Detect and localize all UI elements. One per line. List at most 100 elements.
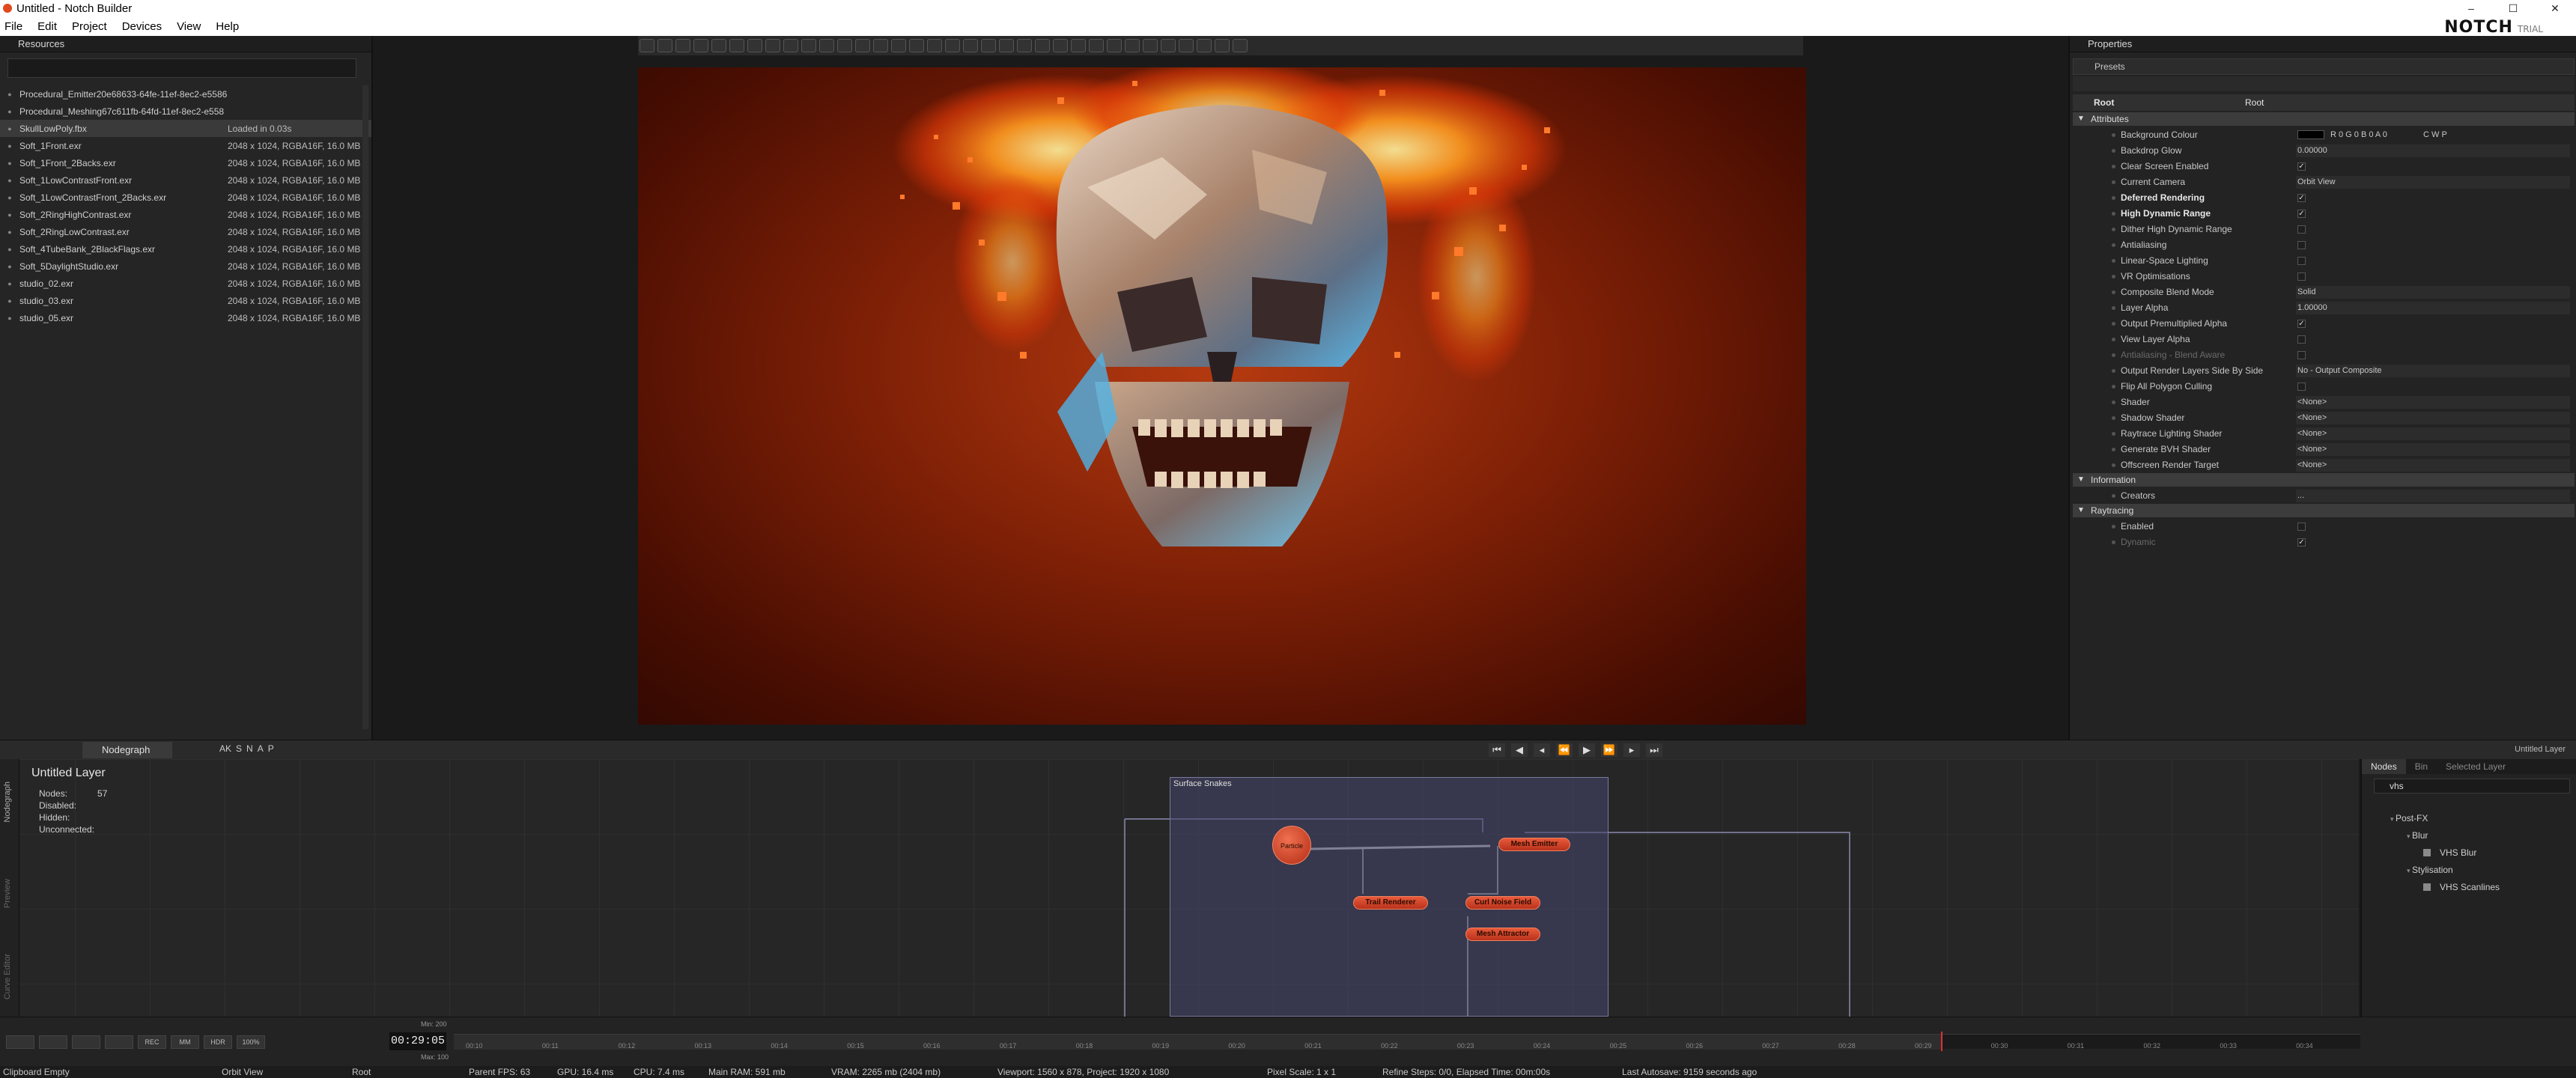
viewport-tool-icon[interactable] (1125, 39, 1140, 52)
property-row[interactable]: Antialiasing (2073, 237, 2575, 253)
viewport-tool-icon[interactable] (1071, 39, 1086, 52)
maximize-button[interactable]: ☐ (2492, 0, 2534, 16)
tool-p[interactable]: P (268, 743, 274, 754)
resource-row[interactable]: ● Soft_1Front.exr 2048 x 1024, RGBA16F, 16… (0, 137, 371, 154)
step-back-icon[interactable]: ◂ (1534, 743, 1550, 757)
property-row[interactable]: Background Colour R 0 G 0 B 0 A 0 C W P (2073, 127, 2575, 143)
resources-search-input[interactable] (7, 58, 356, 78)
resource-row[interactable]: ● Soft_4TubeBank_2BlackFlags.exr 2048 x 10… (0, 240, 371, 258)
menu-devices[interactable]: Devices (115, 20, 169, 33)
property-row[interactable]: Offscreen Render Target <None> (2073, 457, 2575, 473)
property-row[interactable]: Clear Screen Enabled ✓ (2073, 159, 2575, 174)
resource-row[interactable]: ● studio_02.exr 2048 x 1024, RGBA16F, 16.0… (0, 275, 371, 292)
rewind-icon[interactable]: ⏪ (1556, 743, 1573, 757)
viewport-tool-icon[interactable] (1107, 39, 1122, 52)
property-row[interactable]: Raytrace Lighting Shader <None> (2073, 426, 2575, 442)
viewport-tool-icon[interactable] (765, 39, 780, 52)
property-row[interactable]: Output Render Layers Side By Side No - Ou… (2073, 363, 2575, 379)
property-row[interactable]: Dither High Dynamic Range (2073, 222, 2575, 237)
property-field[interactable] (2296, 490, 2570, 502)
nodes-search-input[interactable]: vhs (2374, 779, 2570, 794)
viewport-tool-icon[interactable] (693, 39, 708, 52)
property-checkbox[interactable] (2297, 351, 2306, 359)
tool-a[interactable]: A (258, 743, 264, 754)
property-checkbox[interactable] (2297, 272, 2306, 281)
timeline-button[interactable]: HDR (204, 1035, 232, 1049)
viewport-tool-icon[interactable] (1161, 39, 1176, 52)
tab-selected-layer[interactable]: Selected Layer (2437, 759, 2515, 774)
viewport-tool-icon[interactable] (999, 39, 1014, 52)
property-checkbox[interactable] (2297, 225, 2306, 234)
property-row[interactable]: Output Premultiplied Alpha ✓ (2073, 316, 2575, 332)
property-row[interactable]: Creators... (2073, 488, 2575, 504)
property-checkbox[interactable] (2297, 523, 2306, 531)
property-checkbox[interactable]: ✓ (2297, 210, 2306, 218)
viewport-tool-icon[interactable] (1053, 39, 1068, 52)
tree-item[interactable]: VHS Blur (2423, 847, 2476, 858)
tree-item[interactable]: ▾ Post-FX (2390, 813, 2428, 823)
viewport-tool-icon[interactable] (837, 39, 852, 52)
property-field[interactable] (2296, 396, 2570, 409)
viewport-tool-icon[interactable] (1197, 39, 1212, 52)
section-attributes[interactable]: Attributes (2073, 112, 2575, 126)
section-raytracing[interactable]: Raytracing (2073, 504, 2575, 517)
property-field[interactable] (2296, 427, 2570, 440)
viewport-tool-icon[interactable] (1215, 39, 1230, 52)
timeline-button[interactable] (39, 1035, 67, 1049)
property-row[interactable]: Deferred Rendering ✓ (2073, 190, 2575, 206)
viewport-tool-icon[interactable] (819, 39, 834, 52)
property-row[interactable]: Linear-Space Lighting (2073, 253, 2575, 269)
viewport-tool-icon[interactable] (747, 39, 762, 52)
menu-help[interactable]: Help (208, 20, 246, 33)
tab-nodegraph[interactable]: Nodegraph (82, 742, 172, 758)
property-checkbox[interactable] (2297, 383, 2306, 391)
tab-nodes[interactable]: Nodes (2362, 759, 2406, 774)
viewport-tool-icon[interactable] (909, 39, 924, 52)
tree-item[interactable]: ▾ Blur (2407, 830, 2428, 841)
property-row[interactable]: Layer Alpha 1.00000 (2073, 300, 2575, 316)
viewport-tool-icon[interactable] (783, 39, 798, 52)
property-row[interactable]: Antialiasing - Blend Aware (2073, 347, 2575, 363)
property-checkbox[interactable]: ✓ (2297, 194, 2306, 202)
colour-swatch[interactable] (2297, 130, 2324, 139)
resources-scrollbar[interactable] (362, 85, 368, 729)
skip-end-icon[interactable]: ⏭ (1646, 743, 1662, 757)
property-field[interactable] (2296, 176, 2570, 189)
tree-item[interactable]: ▾ Stylisation (2407, 865, 2453, 875)
tree-item[interactable]: VHS Scanlines (2423, 882, 2500, 892)
viewport-tool-icon[interactable] (1143, 39, 1158, 52)
resource-row[interactable]: ● studio_05.exr 2048 x 1024, RGBA16F, 16.0… (0, 309, 371, 326)
property-row[interactable]: Shadow Shader <None> (2073, 410, 2575, 426)
property-row[interactable]: VR Optimisations (2073, 269, 2575, 284)
tool-ak[interactable]: AK (219, 743, 231, 754)
timeline-button[interactable]: MM (171, 1035, 199, 1049)
viewport-tool-icon[interactable] (675, 39, 690, 52)
property-checkbox[interactable] (2297, 257, 2306, 265)
resource-row[interactable]: ● Procedural_Emitter20e68633-64fe-11ef-8e… (0, 85, 371, 103)
resource-row[interactable]: ● Soft_1LowContrastFront.exr 2048 x 1024, … (0, 171, 371, 189)
property-row[interactable]: Generate BVH Shader <None> (2073, 442, 2575, 457)
property-row[interactable]: Dynamic ✓ (2073, 535, 2575, 550)
property-field[interactable] (2296, 286, 2570, 299)
viewport-tool-icon[interactable] (1089, 39, 1104, 52)
viewport-tool-icon[interactable] (963, 39, 978, 52)
property-field[interactable] (2296, 302, 2570, 314)
property-checkbox[interactable] (2297, 241, 2306, 249)
viewport-tool-icon[interactable] (981, 39, 996, 52)
viewport-tool-icon[interactable] (1179, 39, 1194, 52)
resource-row[interactable]: ● Soft_5DaylightStudio.exr 2048 x 1024, RG… (0, 258, 371, 275)
viewport-tool-icon[interactable] (657, 39, 672, 52)
colour-mode-buttons[interactable]: C W P (2423, 127, 2447, 143)
viewport-tool-icon[interactable] (891, 39, 906, 52)
resource-row[interactable]: ● Procedural_Meshing67c611fb-64fd-11ef-8e… (0, 103, 371, 120)
viewport-tool-icon[interactable] (1233, 39, 1248, 52)
tab-bin[interactable]: Bin (2406, 759, 2437, 774)
node-curl-noise-field[interactable]: Curl Noise Field (1465, 896, 1540, 910)
timeline-ruler[interactable]: 00:10 00:11 00:12 00:13 00:14 00:15 00:16 00:17… (454, 1032, 2360, 1051)
resource-row[interactable]: ● Soft_1Front_2Backs.exr 2048 x 1024, RGBA… (0, 154, 371, 171)
render-view[interactable] (638, 67, 1806, 725)
section-information[interactable]: Information (2073, 473, 2575, 487)
property-row[interactable]: Enabled (2073, 519, 2575, 535)
viewport-tool-icon[interactable] (855, 39, 870, 52)
resource-row[interactable]: ● Soft_2RingLowContrast.exr 2048 x 1024, R… (0, 223, 371, 240)
